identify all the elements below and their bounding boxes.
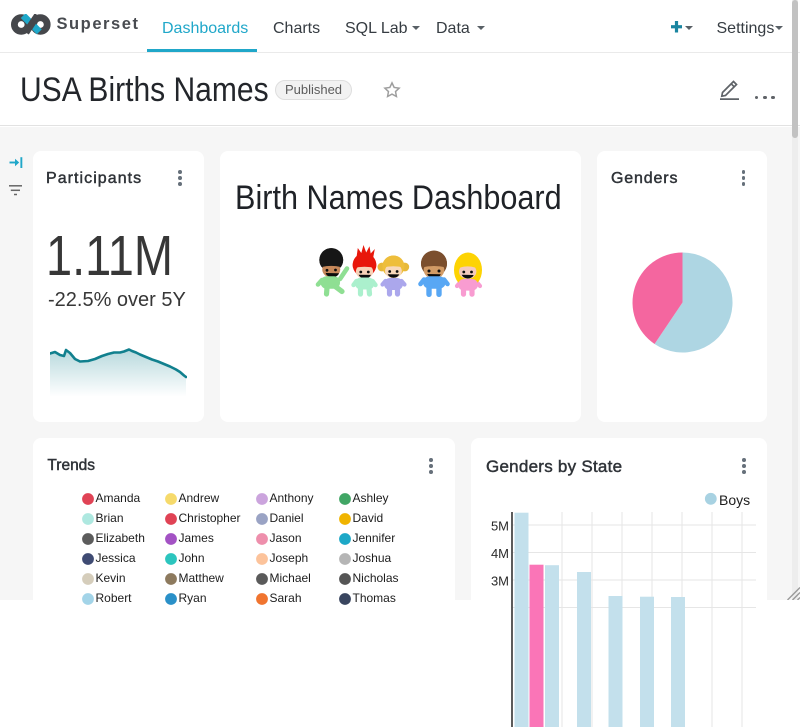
svg-text:Andrew: Andrew [179,491,220,505]
svg-text:Christopher: Christopher [179,511,241,525]
svg-text:Jason: Jason [270,531,302,545]
svg-text:Anthony: Anthony [270,491,314,505]
svg-text:James: James [179,531,214,545]
svg-text:John: John [179,551,205,565]
svg-text:Amanda: Amanda [96,491,141,505]
svg-text:Thomas: Thomas [353,591,396,605]
svg-text:Ashley: Ashley [353,491,389,505]
svg-text:5M: 5M [491,518,509,533]
svg-text:4M: 4M [491,546,509,561]
svg-text:Sarah: Sarah [270,591,302,605]
svg-text:Ryan: Ryan [179,591,207,605]
svg-text:Matthew: Matthew [179,571,225,585]
svg-text:Brian: Brian [96,511,124,525]
svg-text:Joshua: Joshua [353,551,392,565]
svg-text:David: David [353,511,384,525]
svg-text:Michael: Michael [270,571,311,585]
svg-text:Joseph: Joseph [270,551,309,565]
svg-text:3M: 3M [491,573,509,588]
svg-text:Boys: Boys [719,492,750,508]
svg-text:Robert: Robert [96,591,133,605]
svg-text:Kevin: Kevin [96,571,126,585]
svg-text:Jennifer: Jennifer [353,531,396,545]
svg-text:Nicholas: Nicholas [353,571,399,585]
svg-text:Elizabeth: Elizabeth [96,531,145,545]
svg-text:Jessica: Jessica [96,551,136,565]
svg-text:Daniel: Daniel [270,511,304,525]
